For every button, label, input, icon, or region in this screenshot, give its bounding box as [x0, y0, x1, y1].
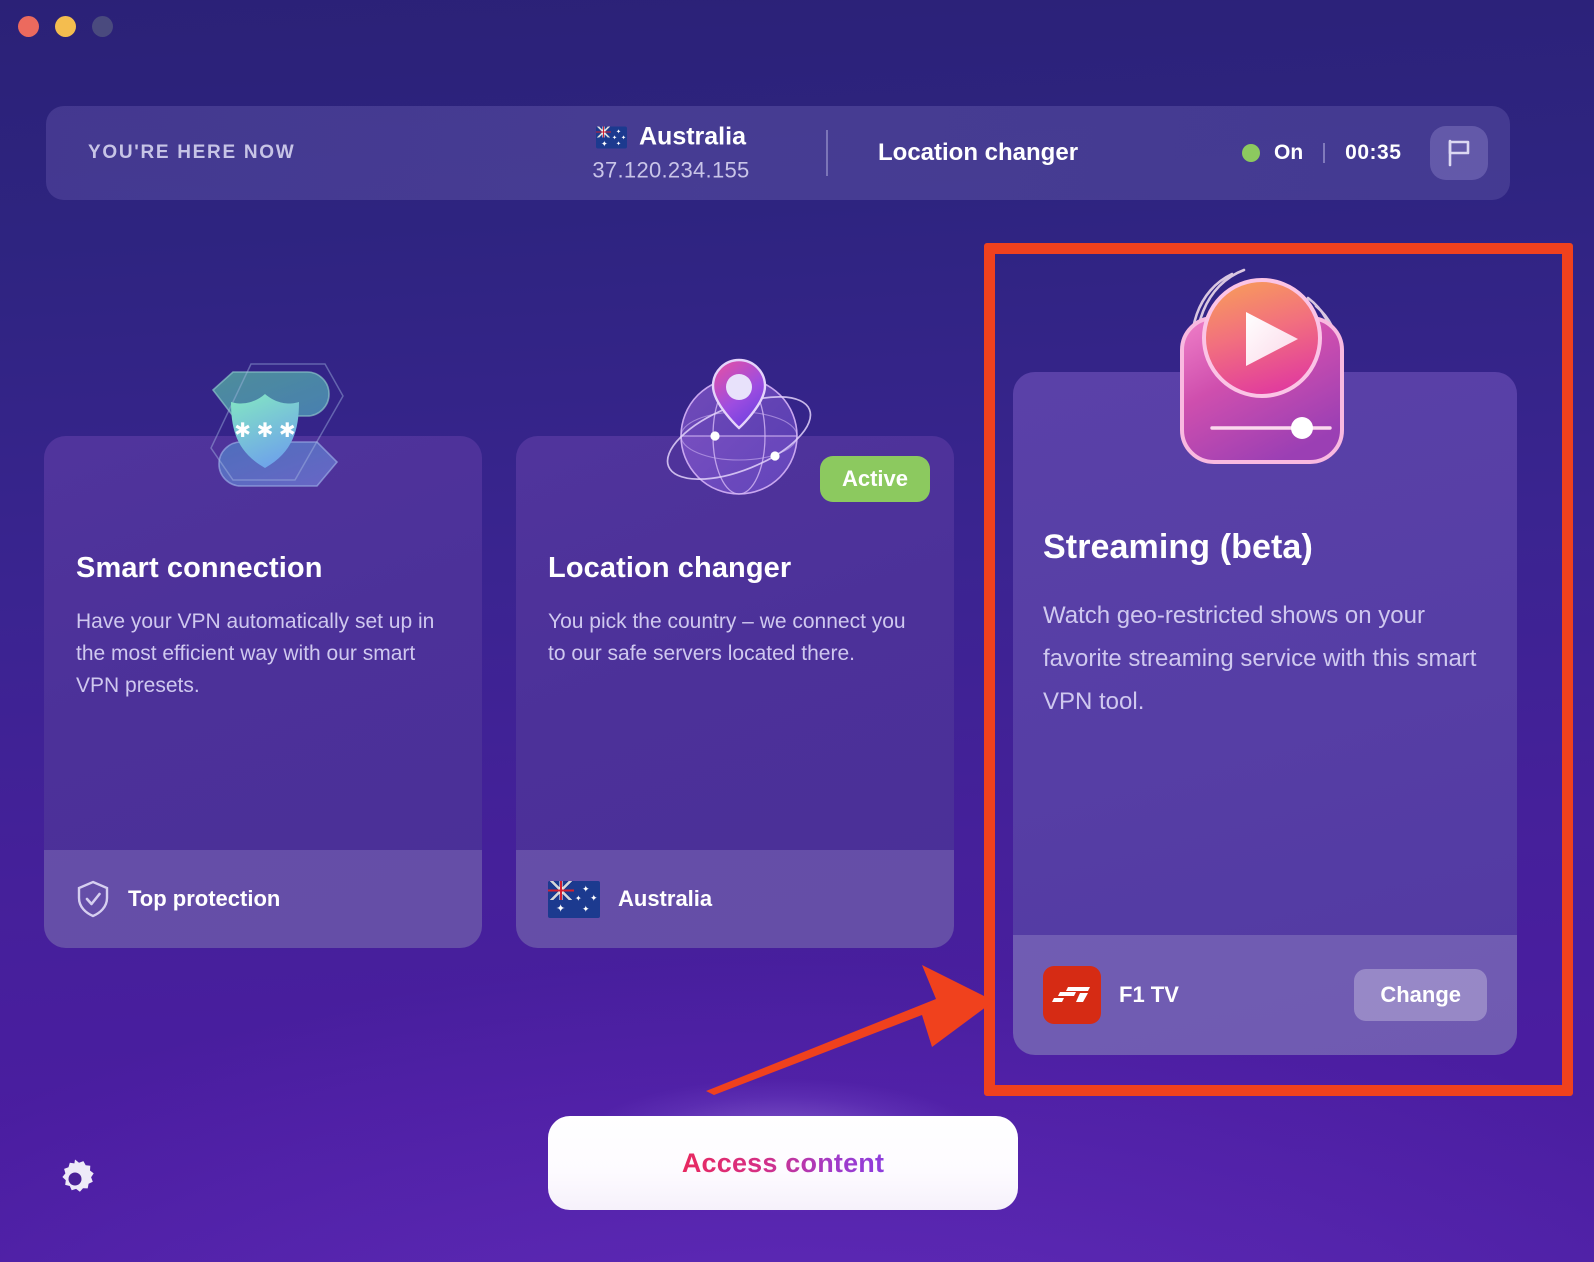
flag-icon — [1448, 139, 1470, 167]
card-footer: Top protection — [44, 850, 482, 948]
country-name: Australia — [639, 122, 746, 151]
state-divider — [1323, 143, 1326, 163]
australia-flag-icon: ✦ ✦ ✦ ✦ ✦ — [596, 126, 627, 148]
session-timer: 00:35 — [1345, 141, 1402, 164]
card-title: Smart connection — [76, 552, 323, 584]
ip-address: 37.120.234.155 — [592, 157, 750, 183]
app-window: YOU'RE HERE NOW ✦ ✦ ✦ ✦ ✦ Australia 37.1… — [0, 0, 1594, 1262]
connection-state-label: On — [1274, 141, 1304, 164]
card-body: Streaming (beta) Watch geo-restricted sh… — [1013, 372, 1517, 935]
f1-tv-logo-icon — [1043, 966, 1101, 1024]
access-content-button[interactable]: Access content — [548, 1116, 1018, 1210]
active-mode-label: Location changer — [878, 139, 1079, 166]
pointer-arrow-icon — [706, 965, 994, 1095]
current-location-block[interactable]: ✦ ✦ ✦ ✦ ✦ Australia 37.120.234.155 — [536, 123, 806, 184]
card-location-changer[interactable]: Active Location changer You pick the cou… — [516, 436, 954, 948]
connection-state: On 00:35 — [1242, 141, 1401, 165]
window-titlebar — [0, 0, 1594, 52]
status-bar: YOU'RE HERE NOW ✦ ✦ ✦ ✦ ✦ Australia 37.1… — [46, 106, 1510, 200]
status-dot-icon — [1242, 144, 1260, 162]
country-row: ✦ ✦ ✦ ✦ ✦ Australia — [536, 123, 806, 152]
card-description: You pick the country – we connect you to… — [548, 610, 906, 665]
card-title: Location changer — [548, 552, 792, 584]
shield-check-icon — [77, 880, 109, 918]
gear-icon — [62, 1159, 94, 1192]
streaming-service-label: F1 TV — [1119, 982, 1179, 1007]
access-content-label: Access content — [681, 1147, 885, 1178]
window-close-button[interactable] — [18, 15, 39, 37]
card-streaming[interactable]: Streaming (beta) Watch geo-restricted sh… — [1013, 372, 1517, 1055]
card-body: Active Location changer You pick the cou… — [516, 436, 954, 850]
card-footer-label: Top protection — [128, 886, 281, 911]
card-footer-label: Australia — [618, 886, 713, 911]
settings-button[interactable] — [54, 1158, 96, 1200]
card-footer: F1 TV Change — [1013, 935, 1517, 1055]
australia-flag-icon: ✦ ✦ ✦ ✦ ✦ — [548, 880, 600, 918]
here-now-label: YOU'RE HERE NOW — [88, 142, 296, 163]
card-footer[interactable]: ✦ ✦ ✦ ✦ ✦ Australia — [516, 850, 954, 948]
card-description: Have your VPN automatically set up in th… — [76, 610, 435, 697]
card-smart-connection[interactable]: Smart connection Have your VPN automatic… — [44, 436, 482, 948]
status-badge[interactable]: Active — [819, 456, 930, 502]
card-description: Watch geo-restricted shows on your favor… — [1043, 602, 1477, 715]
status-divider — [826, 130, 828, 176]
window-minimize-button[interactable] — [55, 15, 76, 37]
card-body: Smart connection Have your VPN automatic… — [44, 436, 482, 850]
card-title: Streaming (beta) — [1043, 528, 1313, 566]
flag-button[interactable] — [1430, 126, 1488, 180]
window-zoom-button[interactable] — [92, 15, 113, 37]
change-service-button[interactable]: Change — [1354, 969, 1487, 1021]
